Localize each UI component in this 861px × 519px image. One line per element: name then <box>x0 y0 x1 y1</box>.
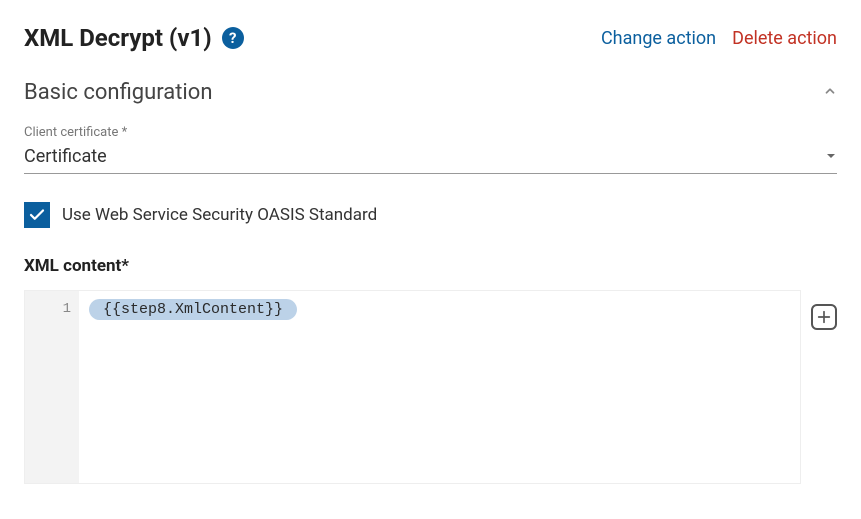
variable-pill[interactable]: {{step8.XmlContent}} <box>89 299 297 320</box>
basic-configuration-header[interactable]: Basic configuration <box>24 80 837 105</box>
section-title: Basic configuration <box>24 80 212 105</box>
help-icon[interactable]: ? <box>222 27 244 49</box>
client-certificate-select[interactable]: Certificate <box>24 142 837 174</box>
client-certificate-label: Client certificate * <box>24 125 837 140</box>
xml-content-editor[interactable]: 1 {{step8.XmlContent}} <box>24 290 801 484</box>
editor-code-area[interactable]: {{step8.XmlContent}} <box>79 291 800 483</box>
delete-action-link[interactable]: Delete action <box>732 28 837 49</box>
header-actions: Change action Delete action <box>601 28 837 49</box>
xml-content-label: XML content* <box>24 256 837 276</box>
chevron-up-icon <box>823 84 837 102</box>
oasis-checkbox[interactable] <box>24 202 50 228</box>
caret-down-icon <box>825 147 837 166</box>
page-title: XML Decrypt (v1) <box>24 24 212 52</box>
line-number: 1 <box>25 301 71 317</box>
add-button[interactable] <box>811 304 837 330</box>
client-certificate-value: Certificate <box>24 146 107 167</box>
editor-gutter: 1 <box>25 291 79 483</box>
oasis-checkbox-label: Use Web Service Security OASIS Standard <box>62 205 377 225</box>
change-action-link[interactable]: Change action <box>601 28 716 49</box>
